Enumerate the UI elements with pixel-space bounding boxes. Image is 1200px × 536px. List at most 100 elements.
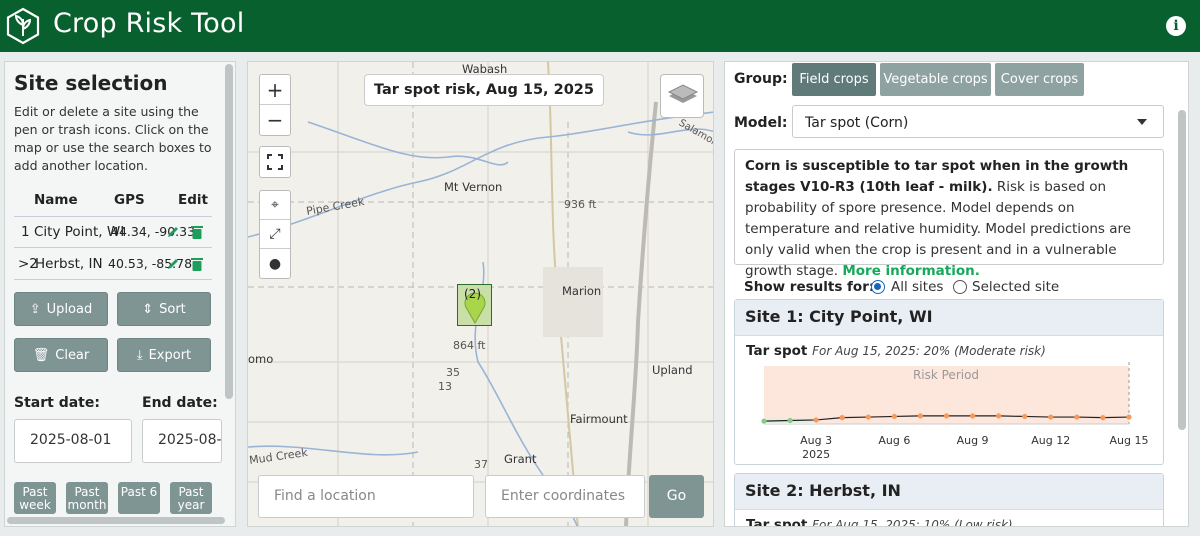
download-icon: ⤓	[136, 347, 143, 363]
more-information-link[interactable]: More information.	[842, 263, 980, 279]
sort-button[interactable]: ⇕ Sort	[117, 292, 211, 326]
x-tick-label: Aug 15	[1110, 434, 1149, 447]
end-date-label: End date:	[142, 395, 218, 411]
fullscreen-button[interactable]	[260, 147, 290, 177]
site-card-1: Site 1: City Point, WI Tar spot For Aug …	[734, 299, 1164, 465]
trash-icon: 🗑	[32, 347, 50, 363]
data-point[interactable]	[917, 413, 924, 419]
map-panel[interactable]: Wabash Mt Vernon Marion Upland Fairmount…	[247, 61, 714, 527]
export-button[interactable]: ⤓ Export	[117, 338, 211, 372]
past-month-button[interactable]: Past month	[66, 482, 108, 514]
model-select[interactable]: Tar spot (Corn)	[792, 105, 1164, 138]
zoom-control: + −	[259, 74, 291, 136]
data-point[interactable]	[1126, 414, 1132, 420]
group-vegetable-crops[interactable]: Vegetable crops	[880, 63, 991, 96]
data-point[interactable]	[761, 418, 767, 424]
radio-selected-site-label: Selected site	[972, 279, 1060, 295]
data-point[interactable]	[787, 417, 793, 424]
x-tick-label: Aug 12	[1031, 434, 1070, 447]
end-date-input[interactable]: 2025-08-15	[142, 419, 222, 463]
site-row-1[interactable]: 1 City Point, WI 44.34, -90.33	[14, 217, 212, 248]
town-label: omo	[248, 352, 274, 366]
pen-icon[interactable]	[166, 257, 180, 271]
x-tick-label: Aug 6	[878, 434, 910, 447]
radio-all-sites[interactable]	[871, 280, 885, 294]
data-point[interactable]	[813, 417, 819, 423]
coordinates-input[interactable]: Enter coordinates	[485, 475, 645, 518]
data-point[interactable]	[865, 414, 871, 420]
data-point[interactable]	[1100, 415, 1106, 421]
data-point[interactable]	[943, 413, 950, 419]
data-point[interactable]	[996, 413, 1002, 419]
group-field-crops[interactable]: Field crops	[792, 63, 876, 96]
site-marker[interactable]: (2)	[457, 284, 492, 326]
radio-selected-site[interactable]	[953, 280, 967, 294]
map-title: Tar spot risk, Aug 15, 2025	[364, 74, 604, 106]
data-point[interactable]	[891, 413, 897, 420]
risk-chart: Risk Period Aug 3 Aug 6 Aug 9 Aug 12 Aug 15 2…	[761, 362, 1148, 461]
town-label: Grant	[504, 452, 537, 466]
elevation-label: 936 ft	[564, 198, 597, 211]
pen-icon[interactable]	[166, 225, 180, 239]
road-label: 37	[474, 458, 488, 471]
fit-bounds-button[interactable]: ⤢	[260, 220, 290, 249]
globe-button[interactable]: ●	[260, 249, 290, 278]
start-date-label: Start date:	[14, 395, 100, 411]
chevron-down-icon	[1137, 119, 1147, 125]
layers-icon	[667, 84, 699, 103]
crosshair-icon: ⌖	[271, 197, 279, 213]
find-location-input[interactable]: Find a location	[258, 475, 474, 518]
model-info: Corn is susceptible to tar spot when in …	[734, 149, 1164, 279]
x-tick-label: Aug 3	[800, 434, 832, 447]
town-label: Fairmount	[570, 412, 628, 426]
past-week-button[interactable]: Past week	[14, 482, 56, 514]
layers-button[interactable]	[660, 74, 704, 118]
go-button[interactable]: Go	[649, 475, 704, 518]
site-row-2[interactable]: >2 Herbst, IN 40.53, -85.78	[14, 249, 212, 280]
group-cover-crops[interactable]: Cover crops	[995, 63, 1084, 96]
data-point[interactable]	[1048, 414, 1054, 420]
past-6-button[interactable]: Past 6	[118, 482, 160, 514]
site-card-title: Site 1: City Point, WI	[735, 300, 1163, 336]
x-tick-label: Aug 9	[957, 434, 989, 447]
data-point[interactable]	[1074, 414, 1080, 420]
trash-icon[interactable]	[191, 257, 203, 271]
upload-button[interactable]: ⇪ Upload	[14, 292, 108, 326]
risk-period-label: Risk Period	[913, 368, 979, 382]
data-point[interactable]	[1022, 413, 1028, 420]
vertical-scrollbar[interactable]	[1178, 110, 1186, 430]
sort-icon: ⇕	[142, 301, 154, 317]
site-selection-title: Site selection	[14, 71, 168, 95]
expand-icon: ⤢	[269, 226, 281, 242]
elevation-label: 864 ft	[453, 339, 486, 352]
zoom-out-button[interactable]: −	[260, 105, 290, 135]
town-label: Marion	[562, 284, 602, 298]
clear-button[interactable]: 🗑 Clear	[14, 338, 108, 372]
town-label: Upland	[652, 363, 693, 377]
zoom-in-button[interactable]: +	[260, 75, 290, 105]
app-header: Crop Risk Tool i	[0, 0, 1200, 52]
vertical-scrollbar[interactable]	[225, 64, 233, 399]
site-num: 1	[21, 224, 30, 240]
data-point[interactable]	[839, 415, 845, 421]
start-date-input[interactable]: 2025-08-01	[14, 419, 132, 463]
show-results-label: Show results for:	[744, 279, 875, 295]
app-logo-icon	[6, 7, 40, 45]
trash-icon[interactable]	[191, 225, 203, 239]
fullscreen-control	[259, 146, 291, 178]
data-point[interactable]	[969, 413, 976, 419]
site-selection-panel: Site selection Edit or delete a site usi…	[4, 61, 236, 527]
info-icon[interactable]: i	[1166, 16, 1186, 36]
past-year-button[interactable]: Past year	[170, 482, 212, 514]
col-name: Name	[34, 192, 78, 208]
fullscreen-icon	[267, 154, 283, 170]
town-label: Mt Vernon	[444, 180, 503, 194]
site-selection-help: Edit or delete a site using the pen or t…	[14, 104, 212, 173]
site-card-title: Site 2: Herbst, IN	[735, 474, 1163, 510]
locate-button[interactable]: ⌖	[260, 191, 290, 220]
model-label: Model:	[734, 115, 788, 131]
site-card-subtitle: Tar spot For Aug 15, 2025: 20% (Moderate…	[746, 343, 1046, 359]
horizontal-scrollbar[interactable]	[7, 517, 225, 524]
col-edit: Edit	[178, 192, 208, 208]
x-ticks: Aug 3 Aug 6 Aug 9 Aug 12 Aug 15 2025	[800, 434, 1148, 461]
